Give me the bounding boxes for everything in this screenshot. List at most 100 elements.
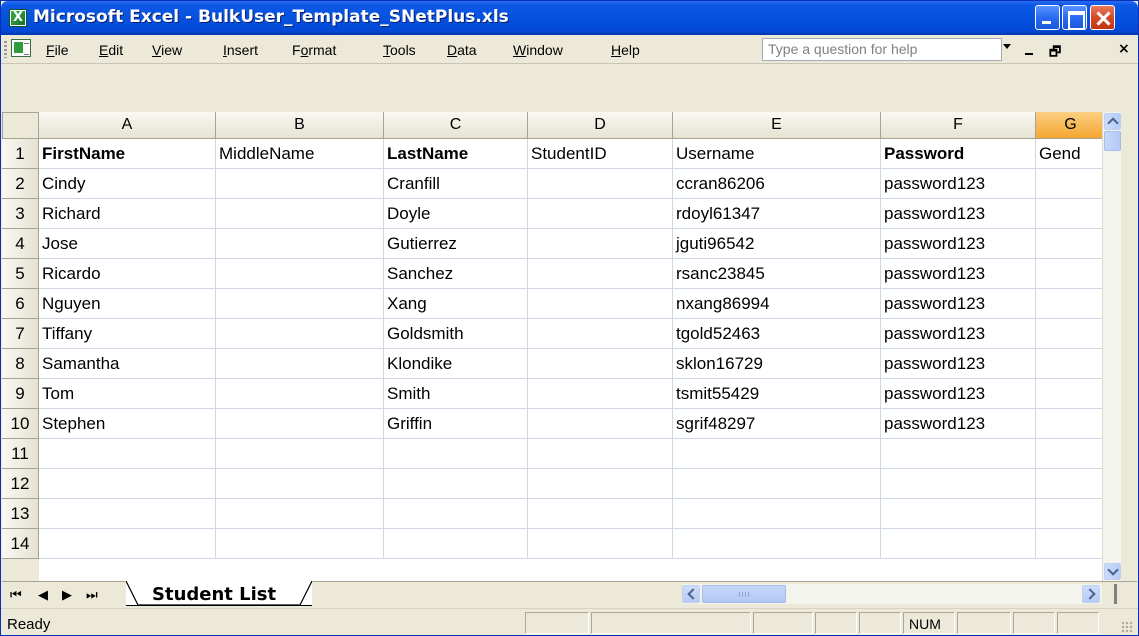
cell-c14[interactable] <box>384 529 528 559</box>
scroll-down-button[interactable] <box>1104 563 1121 580</box>
cell-d14[interactable] <box>528 529 673 559</box>
row-header-2[interactable]: 2 <box>2 169 39 199</box>
cell-d5[interactable] <box>528 259 673 289</box>
cell-g5[interactable] <box>1036 259 1102 289</box>
cell-e7[interactable]: tgold52463 <box>673 319 881 349</box>
cell-a14[interactable] <box>39 529 216 559</box>
cell-f3[interactable]: password123 <box>881 199 1036 229</box>
cell-a11[interactable] <box>39 439 216 469</box>
select-all-corner[interactable] <box>2 112 39 139</box>
cell-g8[interactable] <box>1036 349 1102 379</box>
row-header-7[interactable]: 7 <box>2 319 39 349</box>
cell-c11[interactable] <box>384 439 528 469</box>
row-header-11[interactable]: 11 <box>2 439 39 469</box>
cell-e9[interactable]: tsmit55429 <box>673 379 881 409</box>
cell-a5[interactable]: Ricardo <box>39 259 216 289</box>
cell-d11[interactable] <box>528 439 673 469</box>
cell-b12[interactable] <box>216 469 384 499</box>
cell-f13[interactable] <box>881 499 1036 529</box>
cell-e6[interactable]: nxang86994 <box>673 289 881 319</box>
cell-c13[interactable] <box>384 499 528 529</box>
cell-g1[interactable]: Gend <box>1036 139 1102 169</box>
cell-e11[interactable] <box>673 439 881 469</box>
workbook-icon[interactable] <box>11 39 31 57</box>
cell-f8[interactable]: password123 <box>881 349 1036 379</box>
column-header-g[interactable]: G <box>1036 112 1102 139</box>
cell-f12[interactable] <box>881 469 1036 499</box>
cell-g13[interactable] <box>1036 499 1102 529</box>
workbook-close-button[interactable]: × <box>1118 41 1130 57</box>
menu-edit[interactable]: Edit <box>99 42 123 58</box>
cell-a10[interactable]: Stephen <box>39 409 216 439</box>
cell-e8[interactable]: sklon16729 <box>673 349 881 379</box>
cell-g7[interactable] <box>1036 319 1102 349</box>
next-sheet-icon[interactable]: ▶ <box>62 587 72 603</box>
cell-b7[interactable] <box>216 319 384 349</box>
cell-f1[interactable]: Password <box>881 139 1036 169</box>
cell-a1[interactable]: FirstName <box>39 139 216 169</box>
cell-g6[interactable] <box>1036 289 1102 319</box>
cell-c4[interactable]: Gutierrez <box>384 229 528 259</box>
vertical-scroll-thumb[interactable] <box>1104 131 1121 151</box>
cell-b10[interactable] <box>216 409 384 439</box>
cell-b6[interactable] <box>216 289 384 319</box>
cell-a4[interactable]: Jose <box>39 229 216 259</box>
cell-d7[interactable] <box>528 319 673 349</box>
menu-file[interactable]: File <box>46 42 69 58</box>
scroll-left-button[interactable] <box>682 585 700 603</box>
title-bar[interactable]: Microsoft Excel - BulkUser_Template_SNet… <box>1 1 1138 35</box>
cell-d13[interactable] <box>528 499 673 529</box>
cell-b4[interactable] <box>216 229 384 259</box>
cell-d6[interactable] <box>528 289 673 319</box>
cell-a6[interactable]: Nguyen <box>39 289 216 319</box>
cell-c6[interactable]: Xang <box>384 289 528 319</box>
cell-f2[interactable]: password123 <box>881 169 1036 199</box>
row-header-9[interactable]: 9 <box>2 379 39 409</box>
cell-g3[interactable] <box>1036 199 1102 229</box>
cell-d10[interactable] <box>528 409 673 439</box>
cell-f14[interactable] <box>881 529 1036 559</box>
row-header-1[interactable]: 1 <box>2 139 39 169</box>
cell-b14[interactable] <box>216 529 384 559</box>
column-header-f[interactable]: F <box>881 112 1036 139</box>
cell-a8[interactable]: Samantha <box>39 349 216 379</box>
column-header-b[interactable]: B <box>216 112 384 139</box>
cell-c7[interactable]: Goldsmith <box>384 319 528 349</box>
menu-help[interactable]: Help <box>611 42 640 58</box>
column-header-e[interactable]: E <box>673 112 881 139</box>
row-header-14[interactable]: 14 <box>2 529 39 559</box>
horizontal-scrollbar[interactable] <box>682 584 1102 604</box>
cell-a7[interactable]: Tiffany <box>39 319 216 349</box>
split-box[interactable] <box>1114 584 1117 604</box>
cell-d1[interactable]: StudentID <box>528 139 673 169</box>
cell-f4[interactable]: password123 <box>881 229 1036 259</box>
cell-a9[interactable]: Tom <box>39 379 216 409</box>
cell-e12[interactable] <box>673 469 881 499</box>
scroll-right-button[interactable] <box>1082 585 1100 603</box>
cell-b2[interactable] <box>216 169 384 199</box>
cell-f10[interactable]: password123 <box>881 409 1036 439</box>
cell-c5[interactable]: Sanchez <box>384 259 528 289</box>
workbook-restore-button[interactable]: 🗗 <box>1049 43 1061 65</box>
column-header-c[interactable]: C <box>384 112 528 139</box>
cell-e10[interactable]: sgrif48297 <box>673 409 881 439</box>
column-header-a[interactable]: A <box>39 112 216 139</box>
cell-e3[interactable]: rdoyl61347 <box>673 199 881 229</box>
cell-a13[interactable] <box>39 499 216 529</box>
tab-student-list[interactable]: Student List <box>126 581 312 606</box>
cell-d9[interactable] <box>528 379 673 409</box>
cell-g10[interactable] <box>1036 409 1102 439</box>
cell-c1[interactable]: LastName <box>384 139 528 169</box>
row-header-6[interactable]: 6 <box>2 289 39 319</box>
menu-data[interactable]: Data <box>447 42 477 58</box>
cell-c3[interactable]: Doyle <box>384 199 528 229</box>
first-sheet-icon[interactable]: ⏮ <box>10 587 22 603</box>
cell-b3[interactable] <box>216 199 384 229</box>
cell-c12[interactable] <box>384 469 528 499</box>
cell-g4[interactable] <box>1036 229 1102 259</box>
cell-f7[interactable]: password123 <box>881 319 1036 349</box>
menu-format[interactable]: Format <box>292 42 336 58</box>
row-header-3[interactable]: 3 <box>2 199 39 229</box>
row-header-10[interactable]: 10 <box>2 409 39 439</box>
cell-d12[interactable] <box>528 469 673 499</box>
